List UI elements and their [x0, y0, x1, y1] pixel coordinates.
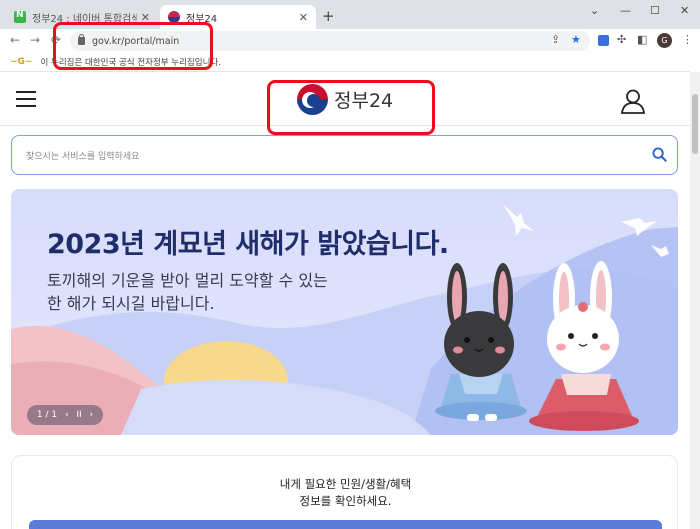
search-placeholder: 찾으시는 서비스를 입력하세요	[26, 151, 140, 162]
browser-toolbar: ← → ⟳ gov.kr/portal/main ⇪ ★ ✣ ◧ G ⋮	[0, 29, 700, 53]
share-icon[interactable]: ⇪	[551, 33, 560, 46]
card-line: 정보를 확인하세요.	[299, 494, 392, 508]
taeguk-logo-icon	[297, 84, 328, 115]
site-logo[interactable]: 정부24	[297, 84, 393, 115]
new-year-banner[interactable]: 2023년 계묘년 새해가 밝았습니다. 토끼해의 기운을 받아 멀리 도약할 …	[11, 189, 678, 435]
address-bar[interactable]: gov.kr/portal/main	[70, 31, 590, 51]
search-icon[interactable]	[652, 147, 667, 162]
banner-subtitle: 토끼해의 기운을 받아 멀리 도약할 수 있는 한 해가 되시길 바랍니다.	[47, 269, 347, 315]
maximize-button[interactable]: ☐	[650, 4, 660, 17]
card-action-button[interactable]	[29, 520, 662, 529]
close-window-button[interactable]: ✕	[680, 4, 689, 17]
banner-pager: 1 / 1 ‹ II ›	[27, 405, 103, 425]
extension-icon[interactable]	[598, 35, 609, 46]
tab-search-icon[interactable]: ⌄	[590, 4, 599, 17]
reload-button[interactable]: ⟳	[51, 33, 61, 47]
official-site-text: 이 누리집은 대한민국 공식 전자정부 누리집입니다.	[40, 58, 221, 68]
banner-page-count: 1 / 1	[36, 410, 58, 420]
banner-next-icon[interactable]: ›	[89, 410, 93, 420]
page-scrollbar[interactable]	[690, 72, 700, 529]
site-header: 정부24	[0, 72, 690, 126]
card-line: 내게 필요한 민원/생활/혜택	[279, 477, 412, 491]
new-tab-button[interactable]: +	[322, 7, 335, 25]
tab-label: 정부24	[186, 13, 218, 25]
naver-favicon-icon	[14, 10, 26, 23]
card-text: 내게 필요한 민원/생활/혜택 정보를 확인하세요.	[12, 476, 679, 510]
tab-naver-search[interactable]: 정부24 : 네이버 통합검색 ✕	[6, 5, 158, 29]
profile-avatar[interactable]: G	[657, 33, 672, 48]
service-info-card: 내게 필요한 민원/생활/혜택 정보를 확인하세요.	[11, 455, 678, 529]
scrollbar-thumb[interactable]	[692, 94, 698, 154]
forward-button[interactable]: →	[30, 33, 40, 47]
search-input[interactable]: 찾으시는 서비스를 입력하세요	[11, 135, 678, 175]
bookmark-star-icon[interactable]: ★	[571, 33, 581, 46]
back-button[interactable]: ←	[10, 33, 20, 47]
banner-pause-icon[interactable]: II	[76, 410, 81, 420]
gov-favicon-icon	[168, 11, 180, 23]
menu-hamburger-icon[interactable]	[16, 91, 36, 107]
banner-prev-icon[interactable]: ‹	[65, 410, 69, 420]
menu-kebab-icon[interactable]: ⋮	[682, 33, 693, 46]
extensions-puzzle-icon[interactable]: ✣	[617, 33, 626, 46]
page: 정부24 찾으시는 서비스를 입력하세요 2023년 계묘년 새해가 밝았습니다…	[0, 72, 690, 529]
gov-mark-icon: ~G~	[10, 57, 33, 67]
url-text: gov.kr/portal/main	[92, 35, 180, 47]
tab-close-icon[interactable]: ✕	[299, 11, 308, 24]
tab-close-icon[interactable]: ✕	[141, 11, 150, 24]
lock-icon[interactable]	[78, 34, 85, 45]
banner-subtitle-line: 토끼해의 기운을 받아 멀리 도약할 수 있는	[47, 271, 328, 290]
tab-label: 정부24 : 네이버 통합검색	[32, 13, 137, 25]
banner-title: 2023년 계묘년 새해가 밝았습니다.	[47, 229, 449, 260]
banner-subtitle-line: 한 해가 되시길 바랍니다.	[47, 294, 215, 313]
official-site-bar: ~G~ 이 누리집은 대한민국 공식 전자정부 누리집입니다.	[0, 53, 690, 72]
side-panel-icon[interactable]: ◧	[637, 33, 647, 46]
tab-gov24[interactable]: 정부24 ✕	[160, 5, 316, 29]
minimize-button[interactable]: —	[620, 4, 631, 17]
user-login-icon[interactable]	[620, 88, 646, 114]
tab-strip: 정부24 : 네이버 통합검색 ✕ 정부24 ✕ + ⌄ — ☐ ✕	[0, 0, 700, 29]
logo-text: 정부24	[334, 90, 394, 112]
